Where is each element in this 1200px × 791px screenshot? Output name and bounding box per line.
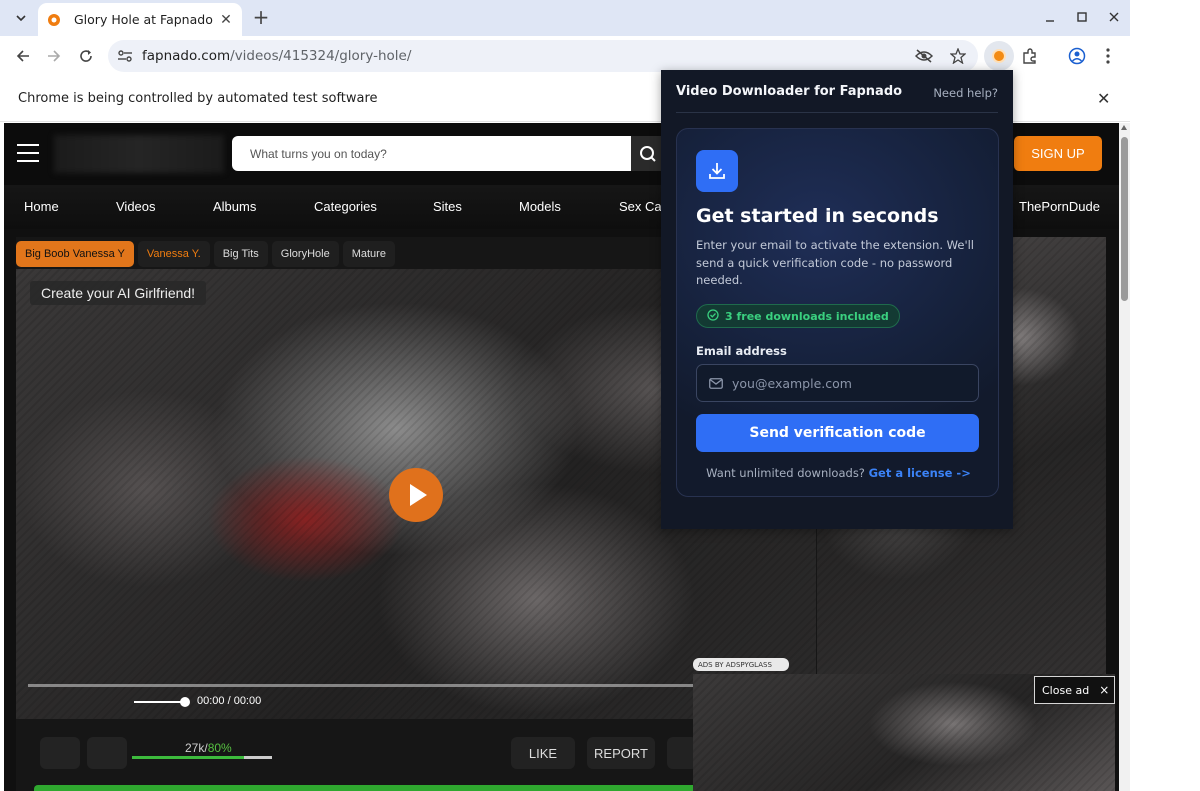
nav-home[interactable]: Home (24, 199, 59, 214)
tag-item[interactable]: Vanessa Y. (137, 241, 210, 267)
rating-fill (132, 756, 244, 759)
site-search-placeholder: What turns you on today? (250, 146, 387, 161)
puzzle-icon[interactable] (1019, 45, 1041, 67)
scrollbar[interactable] (1119, 123, 1130, 791)
tag-item[interactable]: GloryHole (271, 241, 339, 267)
rating-bar (132, 756, 272, 759)
close-ad-label: Close ad (1042, 683, 1090, 697)
scrollbar-thumb[interactable] (1121, 137, 1128, 301)
rating-text: 27k/80% (185, 741, 232, 755)
tab-strip: Glory Hole at Fapnado ✕ + (0, 0, 1130, 36)
ads-label: ADS BY ADSPYGLASS (693, 658, 789, 671)
send-verification-button[interactable]: Send verification code (696, 414, 979, 452)
like-button[interactable]: LIKE (511, 737, 575, 769)
email-field[interactable] (696, 364, 979, 402)
reload-icon[interactable] (75, 45, 97, 67)
need-help-link[interactable]: Need help? (933, 86, 998, 100)
close-icon[interactable]: ✕ (218, 12, 234, 28)
extension-popup: Video Downloader for Fapnado Need help? … (661, 70, 1013, 529)
nav-models[interactable]: Models (519, 199, 561, 214)
forward-icon[interactable] (43, 45, 65, 67)
ai-girlfriend-button[interactable]: Create your AI Girlfriend! (30, 281, 207, 305)
back-icon[interactable] (12, 45, 34, 67)
get-license-link[interactable]: Get a license -> (869, 466, 971, 480)
video-time: 00:00 / 00:00 (197, 695, 262, 707)
play-icon[interactable] (389, 468, 443, 522)
active-tab[interactable]: Glory Hole at Fapnado ✕ (38, 3, 242, 36)
site-settings-icon[interactable] (116, 47, 134, 65)
popup-title: Video Downloader for Fapnado (676, 84, 903, 99)
minimize-icon[interactable] (1034, 10, 1066, 26)
volume-slider[interactable] (134, 701, 186, 703)
scroll-up-icon[interactable] (1121, 125, 1127, 130)
window-controls (1034, 0, 1130, 36)
mail-icon (709, 374, 723, 393)
report-button[interactable]: REPORT (587, 737, 655, 769)
tag-item[interactable]: Big Tits (213, 241, 268, 267)
volume-knob[interactable] (180, 697, 190, 707)
download-icon (696, 150, 738, 192)
eye-off-icon[interactable] (914, 46, 934, 66)
site-favicon-icon (46, 12, 62, 28)
thumbs-up-icon[interactable] (40, 737, 80, 769)
check-circle-icon (707, 308, 719, 324)
nav-albums[interactable]: Albums (213, 199, 256, 214)
divider (676, 112, 998, 113)
site-search-input[interactable]: What turns you on today? (232, 136, 632, 171)
close-icon: × (1099, 683, 1110, 697)
plus-icon[interactable]: + (252, 6, 270, 28)
infobar-text: Chrome is being controlled by automated … (18, 91, 378, 106)
maximize-icon[interactable] (1066, 10, 1098, 26)
thumbs-down-icon[interactable] (87, 737, 127, 769)
tag-item[interactable]: Big Boob Vanessa Y (16, 241, 134, 267)
footer-text: Want unlimited downloads? (706, 466, 865, 480)
profile-icon[interactable] (1066, 45, 1088, 67)
badge-text: 3 free downloads included (725, 309, 889, 323)
nav-videos[interactable]: Videos (116, 199, 156, 214)
card-heading: Get started in seconds (696, 205, 939, 227)
tab-search-icon[interactable] (8, 7, 34, 29)
license-footer: Want unlimited downloads? Get a license … (677, 466, 1000, 480)
hamburger-menu-icon[interactable] (17, 144, 39, 162)
close-window-icon[interactable] (1098, 10, 1130, 26)
extension-icon[interactable] (984, 41, 1014, 71)
site-logo[interactable] (54, 135, 224, 173)
email-label: Email address (696, 344, 787, 358)
url-text: fapnado.com/videos/415324/glory-hole/ (142, 48, 412, 64)
tag-item[interactable]: Mature (342, 241, 395, 267)
signup-card: Get started in seconds Enter your email … (676, 128, 999, 497)
nav-categories[interactable]: Categories (314, 199, 377, 214)
nav-sites[interactable]: Sites (433, 199, 462, 214)
nav-theporndude[interactable]: ThePornDude (1019, 199, 1100, 214)
kebab-menu-icon[interactable] (1097, 45, 1119, 67)
star-icon[interactable] (948, 46, 968, 66)
email-input[interactable] (732, 375, 962, 391)
infobar-close-icon[interactable]: ✕ (1097, 89, 1110, 108)
address-bar[interactable]: fapnado.com/videos/415324/glory-hole/ (108, 40, 978, 72)
free-downloads-badge: 3 free downloads included (696, 304, 900, 328)
search-icon[interactable] (631, 136, 665, 171)
tag-list: Big Boob Vanessa Y Vanessa Y. Big Tits G… (16, 237, 395, 269)
desktop-background (1130, 0, 1200, 791)
tab-title: Glory Hole at Fapnado (74, 12, 213, 27)
green-banner (34, 785, 734, 791)
card-description: Enter your email to activate the extensi… (696, 238, 974, 287)
video-progress-bar[interactable] (28, 684, 798, 687)
close-ad-button[interactable]: Close ad × (1034, 676, 1115, 704)
signup-button[interactable]: SIGN UP (1014, 136, 1102, 171)
